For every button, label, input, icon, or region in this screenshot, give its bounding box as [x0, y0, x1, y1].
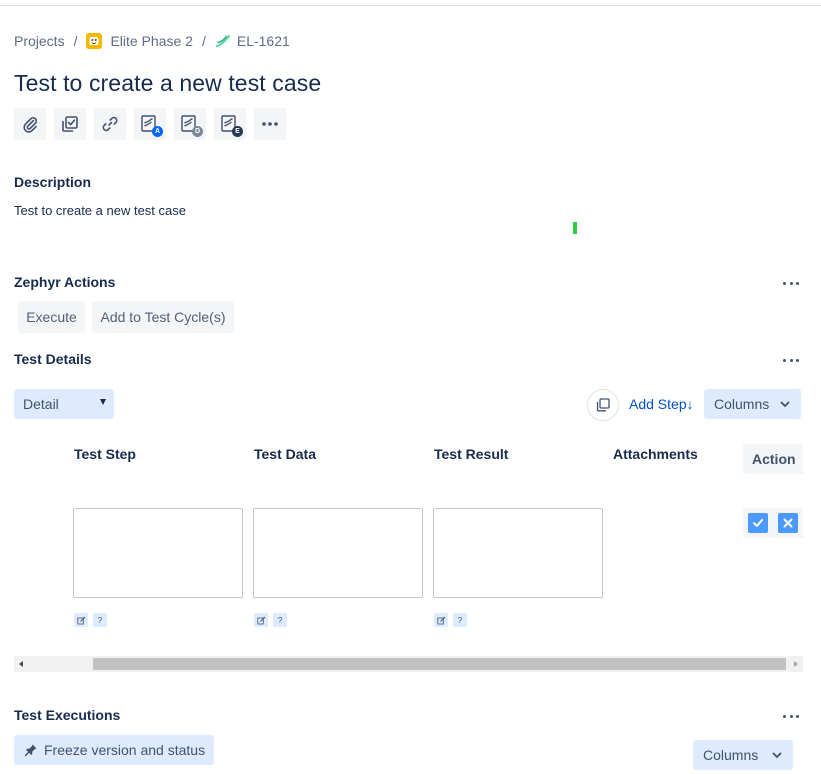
data-help-button[interactable]: ? [273, 613, 287, 627]
test-details-columns-button[interactable]: Columns [704, 389, 801, 419]
zephyr-a-button[interactable]: A [134, 108, 166, 140]
column-header-action: Action [743, 444, 803, 474]
breadcrumb-separator: / [201, 33, 206, 49]
zephyr-e-button[interactable]: E [214, 108, 246, 140]
test-executions-columns-button[interactable]: Columns [693, 740, 793, 770]
add-to-test-cycle-button[interactable]: Add to Test Cycle(s) [92, 301, 234, 333]
freeze-version-button[interactable]: Freeze version and status [14, 735, 214, 765]
freeze-version-label: Freeze version and status [44, 742, 206, 758]
description-heading: Description [14, 174, 92, 190]
breadcrumb-separator: / [73, 33, 78, 49]
breadcrumb: Projects / Elite Phase 2 / EL-1621 [14, 31, 290, 51]
clone-steps-button[interactable] [587, 389, 619, 421]
test-data-input[interactable] [253, 508, 423, 598]
description-text[interactable]: Test to create a new test case [14, 203, 186, 218]
column-header-attachments: Attachments [613, 446, 698, 462]
columns-label: Columns [714, 396, 770, 412]
column-header-test-data: Test Data [254, 446, 316, 462]
step-action-cell [743, 508, 803, 538]
horizontal-scrollbar[interactable] [14, 656, 803, 672]
test-result-input[interactable] [433, 508, 603, 598]
result-help-button[interactable]: ? [453, 613, 467, 627]
column-header-test-step: Test Step [74, 446, 136, 462]
zephyr-d-badge: D [192, 126, 203, 137]
issue-title[interactable]: Test to create a new test case [14, 70, 321, 97]
top-divider [0, 5, 821, 6]
test-details-more-icon[interactable] [783, 356, 799, 364]
breadcrumb-projects-link[interactable]: Projects [14, 33, 65, 49]
status-indicator-mark [573, 222, 577, 234]
cancel-step-button[interactable] [778, 513, 798, 533]
more-icon [262, 122, 278, 126]
scroll-left-arrow-icon[interactable] [19, 661, 23, 667]
columns-label: Columns [703, 747, 759, 763]
chevron-down-icon [772, 752, 782, 758]
copy-icon [596, 398, 610, 412]
step-edit-button[interactable] [74, 613, 88, 627]
caret-down-icon [100, 399, 106, 405]
link-issue-button[interactable] [94, 108, 126, 140]
test-details-heading: Test Details [14, 351, 92, 367]
view-mode-select[interactable]: Detail [14, 389, 114, 419]
column-header-test-result: Test Result [434, 446, 509, 462]
scrollbar-thumb[interactable] [93, 658, 786, 670]
test-step-input[interactable] [73, 508, 243, 598]
breadcrumb-project-link[interactable]: Elite Phase 2 [110, 33, 193, 49]
zephyr-e-badge: E [232, 126, 243, 137]
edit-icon [256, 616, 265, 624]
more-actions-button[interactable] [254, 108, 286, 140]
check-icon [753, 519, 763, 527]
breadcrumb-issue-key-link[interactable]: EL-1621 [237, 33, 290, 49]
test-issue-type-icon [215, 33, 231, 49]
attach-button[interactable] [14, 108, 46, 140]
subtask-checkbox-icon [62, 116, 78, 132]
zephyr-actions-heading: Zephyr Actions [14, 274, 116, 290]
zephyr-actions-more-icon[interactable] [783, 279, 799, 287]
data-edit-button[interactable] [254, 613, 268, 627]
step-help-button[interactable]: ? [93, 613, 107, 627]
test-executions-more-icon[interactable] [783, 712, 799, 720]
save-step-button[interactable] [748, 513, 768, 533]
edit-icon [76, 616, 85, 624]
zephyr-a-badge: A [152, 126, 163, 137]
scroll-right-arrow-icon[interactable] [794, 661, 798, 667]
pin-icon [24, 744, 37, 757]
project-avatar-icon [86, 33, 103, 49]
view-mode-value: Detail [23, 396, 59, 412]
test-executions-heading: Test Executions [14, 707, 121, 723]
zephyr-d-button[interactable]: D [174, 108, 206, 140]
execute-button[interactable]: Execute [18, 301, 85, 333]
edit-icon [436, 616, 445, 624]
close-icon [783, 518, 793, 528]
chevron-down-icon [780, 401, 790, 407]
paperclip-icon [23, 117, 38, 133]
create-subtask-button[interactable] [54, 108, 86, 140]
link-icon [102, 116, 118, 132]
result-edit-button[interactable] [434, 613, 448, 627]
issue-toolbar: A D E [14, 108, 286, 140]
add-step-link[interactable]: Add Step↓ [629, 396, 694, 412]
